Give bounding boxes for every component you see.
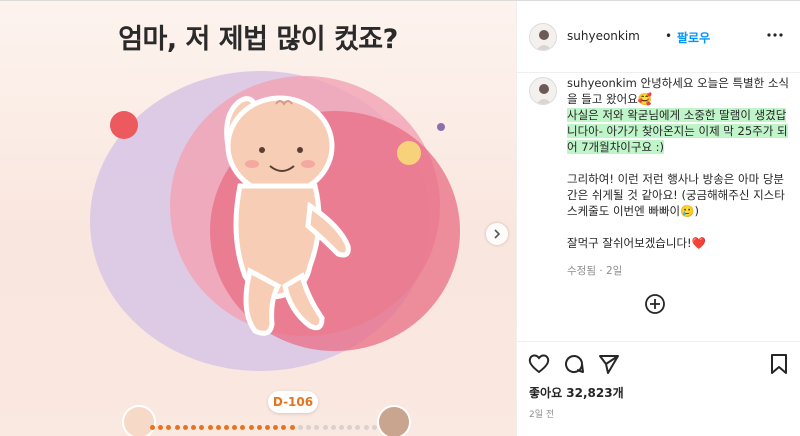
progress-dot (215, 425, 221, 430)
progress-dot (281, 425, 287, 430)
yellow-dot-decoration (397, 141, 421, 165)
heart-icon[interactable] (527, 352, 551, 376)
progress-dot (240, 425, 246, 430)
follow-button[interactable]: 팔로우 (677, 29, 710, 46)
pregnancy-progress (150, 425, 380, 431)
progress-dot (256, 425, 262, 430)
bookmark-icon[interactable] (767, 352, 791, 376)
progress-dot (330, 425, 336, 430)
post-date: 2일 전 (529, 410, 555, 420)
baby-face-icon (122, 405, 156, 436)
progress-dot (207, 425, 213, 430)
progress-dot (232, 425, 238, 430)
caption-username[interactable]: suhyeonkim (567, 76, 637, 90)
emoji: 🥲 (680, 204, 695, 218)
dday-badge: D-106 (268, 391, 318, 413)
post-side-panel: suhyeonkim • 팔로우 suhyeonkim 안녕하세요 오늘은 특별… (516, 1, 800, 436)
progress-dot (338, 425, 344, 430)
progress-dot (273, 425, 279, 430)
profile-photo (530, 24, 556, 50)
caption-paragraph-2: 그리하여! 이런 저런 행사나 방송은 아마 당분간은 쉬게될 것 같아요! (… (567, 172, 785, 218)
progress-dot (248, 425, 254, 430)
progress-dot (191, 425, 197, 430)
caption-paragraph-2-end: ) (694, 204, 699, 218)
chevron-right-icon (494, 229, 501, 239)
username[interactable]: suhyeonkim (567, 29, 640, 43)
post-viewer: 엄마, 저 제법 많이 컸죠? D-106 suhyeonkim • 팔로우 s… (0, 0, 800, 436)
caption-meta: 수정됨 · 2일 (567, 265, 623, 277)
purple-dot-decoration (437, 123, 445, 131)
more-horizontal-icon[interactable] (765, 25, 785, 49)
progress-dot (182, 425, 188, 430)
progress-dot (166, 425, 172, 430)
post-header: suhyeonkim • 팔로우 (517, 1, 800, 73)
add-comment-icon[interactable] (644, 293, 666, 315)
share-icon[interactable] (597, 352, 621, 376)
avatar[interactable] (529, 23, 557, 51)
progress-dot (174, 425, 180, 430)
post-media[interactable]: 엄마, 저 제법 많이 컸죠? D-106 (0, 1, 516, 436)
red-dot-decoration (110, 111, 138, 139)
like-count[interactable]: 좋아요 32,823개 (529, 384, 624, 401)
separator: • (665, 29, 673, 43)
progress-dot (289, 425, 295, 430)
progress-dot (150, 425, 155, 430)
progress-dot (355, 425, 361, 430)
progress-dot (265, 425, 270, 430)
caption-avatar[interactable] (529, 77, 557, 105)
progress-dot (371, 425, 377, 430)
caption-paragraph-3: 잘먹구 잘쉬어보겠습니다! (567, 236, 692, 250)
mother-face-icon (377, 405, 411, 436)
caption-highlight: 사실은 저와 왁굳님에게 소중한 딸램이 생겼답니다아- 아가가 찾아온지는 이… (567, 108, 788, 154)
progress-dot (297, 425, 303, 430)
comment-icon[interactable] (562, 352, 586, 376)
emoji: ❤️ (691, 236, 706, 250)
progress-dot (158, 425, 164, 430)
progress-dot (347, 425, 353, 430)
progress-dot (199, 425, 205, 430)
media-headline: 엄마, 저 제법 많이 컸죠? (118, 24, 398, 55)
baby-illustration (224, 95, 351, 336)
emoji: 🥰 (637, 92, 653, 106)
progress-dot (363, 425, 369, 430)
progress-dot (322, 425, 328, 430)
post-caption: suhyeonkim 안녕하세요 오늘은 특별한 소식을 들고 왔어요🥰 사실은… (567, 75, 789, 251)
next-slide-button[interactable] (486, 223, 508, 245)
profile-photo (530, 78, 556, 104)
action-bar (517, 341, 800, 381)
progress-dot (314, 425, 320, 430)
progress-dot (306, 425, 312, 430)
progress-dot (223, 425, 229, 430)
